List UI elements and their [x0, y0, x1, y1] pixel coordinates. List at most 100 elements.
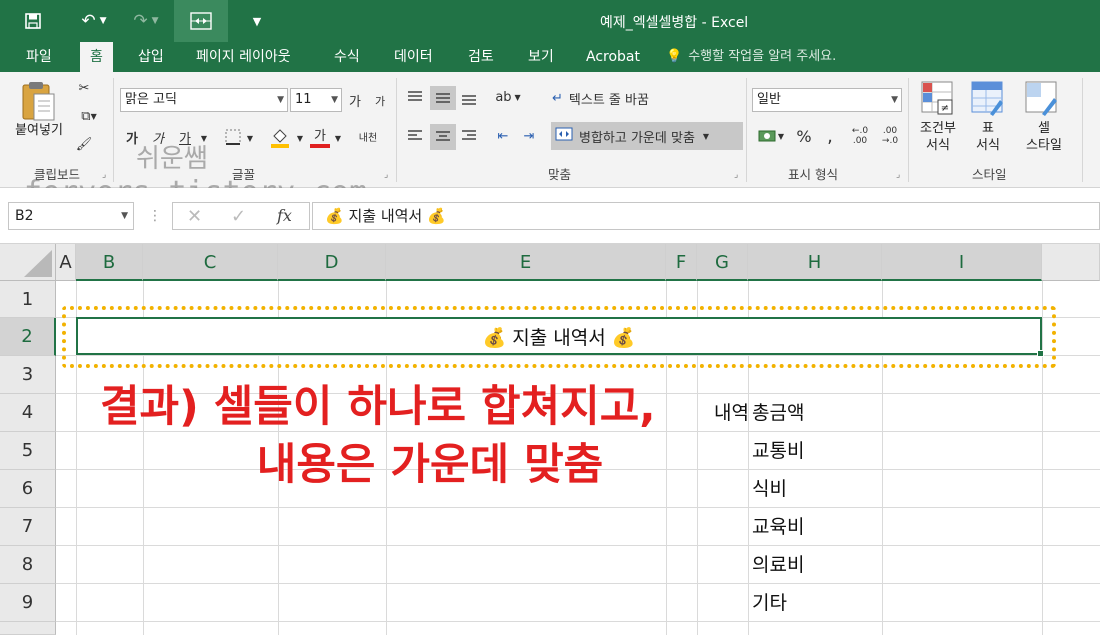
- cell-h9[interactable]: 기타: [752, 588, 787, 615]
- row-header-6[interactable]: 6: [0, 470, 56, 508]
- chevron-down-icon: ▼: [702, 131, 710, 141]
- formula-bar: B2 ▼ ⋮ ✕ ✓ fx 💰 지출 내역서 💰: [0, 188, 1100, 244]
- name-box[interactable]: B2 ▼: [8, 202, 134, 230]
- lightbulb-icon: 💡: [666, 49, 683, 64]
- merge-and-center-label: 병합하고 가운데 맞춤: [579, 130, 695, 146]
- tab-insert[interactable]: 삽입: [128, 42, 174, 72]
- group-separator: [746, 78, 747, 182]
- wrap-text-icon: ↵: [552, 90, 563, 106]
- select-all-button[interactable]: [0, 244, 56, 281]
- conditional-formatting-icon[interactable]: ≠: [920, 80, 956, 120]
- grow-font-button[interactable]: 가: [346, 90, 364, 110]
- tell-me-box[interactable]: 💡 수행할 작업을 알려 주세요.: [666, 42, 836, 72]
- group-separator: [396, 78, 397, 182]
- orientation-icon[interactable]: ab ▼: [490, 86, 526, 108]
- tab-view[interactable]: 보기: [518, 42, 564, 72]
- splitter-dots-icon[interactable]: ⋮: [148, 208, 162, 224]
- ribbon-tabs: 파일 홈 삽입 페이지 레이아웃 수식 데이터 검토 보기 Acrobat 💡 수…: [0, 42, 1100, 72]
- row-header-3[interactable]: 3: [0, 356, 56, 394]
- column-header-g[interactable]: G: [697, 244, 748, 281]
- row-header-10[interactable]: [0, 622, 56, 635]
- tab-formulas[interactable]: 수식: [324, 42, 370, 72]
- increase-indent-icon[interactable]: ⇥: [518, 124, 540, 148]
- row-header-9[interactable]: 9: [0, 584, 56, 622]
- column-header-c[interactable]: C: [143, 244, 278, 281]
- alignment-launcher-icon[interactable]: ⌟: [734, 170, 738, 180]
- tab-acrobat[interactable]: Acrobat: [576, 42, 650, 72]
- tab-data[interactable]: 데이터: [384, 42, 443, 72]
- shrink-font-button[interactable]: 가: [372, 92, 388, 110]
- row-header-1[interactable]: 1: [0, 281, 56, 318]
- save-icon[interactable]: [14, 0, 52, 42]
- chevron-down-icon: ▼: [331, 95, 338, 105]
- cell-h8[interactable]: 의료비: [752, 550, 804, 577]
- row-header-2[interactable]: 2: [0, 318, 56, 356]
- tell-me-text: 수행할 작업을 알려 주세요.: [688, 49, 837, 64]
- align-center-icon[interactable]: [430, 124, 456, 150]
- align-top-icon[interactable]: [404, 86, 426, 108]
- format-as-table-icon[interactable]: [970, 80, 1006, 120]
- percent-button[interactable]: %: [792, 124, 816, 148]
- insert-function-icon[interactable]: fx: [277, 206, 292, 225]
- font-name-value: 맑은 고딕: [125, 92, 177, 107]
- cancel-icon[interactable]: ✕: [187, 206, 202, 227]
- font-launcher-icon[interactable]: ⌟: [384, 170, 388, 180]
- alignment-group-label: 맞춤: [548, 167, 572, 182]
- decrease-indent-icon[interactable]: ⇤: [492, 124, 514, 148]
- align-middle-icon[interactable]: [430, 86, 456, 110]
- chevron-down-icon: ▼: [121, 211, 128, 221]
- align-left-icon[interactable]: [404, 124, 426, 148]
- row-header-8[interactable]: 8: [0, 546, 56, 584]
- enter-icon[interactable]: ✓: [231, 206, 246, 227]
- number-launcher-icon[interactable]: ⌟: [896, 170, 900, 180]
- tab-file[interactable]: 파일: [16, 42, 62, 72]
- tab-page-layout[interactable]: 페이지 레이아웃: [186, 42, 301, 72]
- annotation-text: 결과) 셀들이 하나로 합쳐지고, 내용은 가운데 맞춤: [100, 378, 760, 494]
- font-name-select[interactable]: 맑은 고딕 ▼: [120, 88, 288, 112]
- cell-styles-icon[interactable]: [1024, 80, 1060, 120]
- copy-icon[interactable]: ⧉ ▼: [74, 106, 104, 126]
- chevron-down-icon: ▼: [277, 95, 284, 105]
- wrap-text-button[interactable]: ↵ 텍스트 줄 바꿈: [552, 86, 732, 110]
- conditional-formatting-button[interactable]: 조건부 서식: [908, 120, 968, 154]
- column-header-h[interactable]: H: [748, 244, 882, 281]
- align-right-icon[interactable]: [458, 124, 480, 148]
- font-size-value: 11: [295, 92, 312, 107]
- format-as-table-button[interactable]: 표 서식: [960, 120, 1016, 154]
- paste-button[interactable]: 붙여넣기: [8, 122, 70, 139]
- column-header-i[interactable]: I: [882, 244, 1042, 281]
- currency-icon[interactable]: ▼: [754, 124, 788, 148]
- row-header-4[interactable]: 4: [0, 394, 56, 432]
- align-bottom-icon[interactable]: [458, 88, 480, 110]
- font-size-select[interactable]: 11 ▼: [290, 88, 342, 112]
- row-header-5[interactable]: 5: [0, 432, 56, 470]
- column-header-blank[interactable]: [1042, 244, 1100, 281]
- customize-qat-icon[interactable]: ▼: [244, 0, 270, 42]
- column-header-d[interactable]: D: [278, 244, 386, 281]
- column-header-a[interactable]: A: [56, 244, 76, 281]
- title-bar: ↶ ▼ ↷ ▼ ▼ 예제_엑셀셀병합 - Excel: [0, 0, 1100, 42]
- cut-icon[interactable]: ✂: [74, 78, 94, 98]
- undo-icon[interactable]: ↶ ▼: [68, 0, 120, 42]
- redo-icon[interactable]: ↷ ▼: [124, 0, 168, 42]
- column-header-f[interactable]: F: [666, 244, 697, 281]
- increase-decimal-button[interactable]: ←.0 .00: [846, 124, 874, 148]
- column-header-b[interactable]: B: [76, 244, 143, 281]
- annotation-line-1: 결과) 셀들이 하나로 합쳐지고,: [100, 382, 656, 432]
- merge-and-center-button[interactable]: 병합하고 가운데 맞춤 ▼: [551, 122, 743, 150]
- merge-cells-icon[interactable]: [174, 0, 228, 42]
- decrease-decimal-button[interactable]: .00 →.0: [876, 124, 904, 148]
- cell-styles-button[interactable]: 셀 스타일: [1012, 120, 1076, 154]
- number-format-select[interactable]: 일반 ▼: [752, 88, 902, 112]
- row-header-7[interactable]: 7: [0, 508, 56, 546]
- tab-home[interactable]: 홈: [80, 42, 113, 72]
- gridline: [56, 545, 1100, 546]
- column-header-e[interactable]: E: [386, 244, 666, 281]
- tab-review[interactable]: 검토: [458, 42, 504, 72]
- cell-h7[interactable]: 교육비: [752, 512, 804, 539]
- paste-icon[interactable]: [20, 80, 56, 126]
- group-separator: [1082, 78, 1083, 182]
- comma-style-button[interactable]: ,: [818, 124, 842, 148]
- formula-input[interactable]: 💰 지출 내역서 💰: [312, 202, 1100, 230]
- name-box-value: B2: [15, 208, 34, 224]
